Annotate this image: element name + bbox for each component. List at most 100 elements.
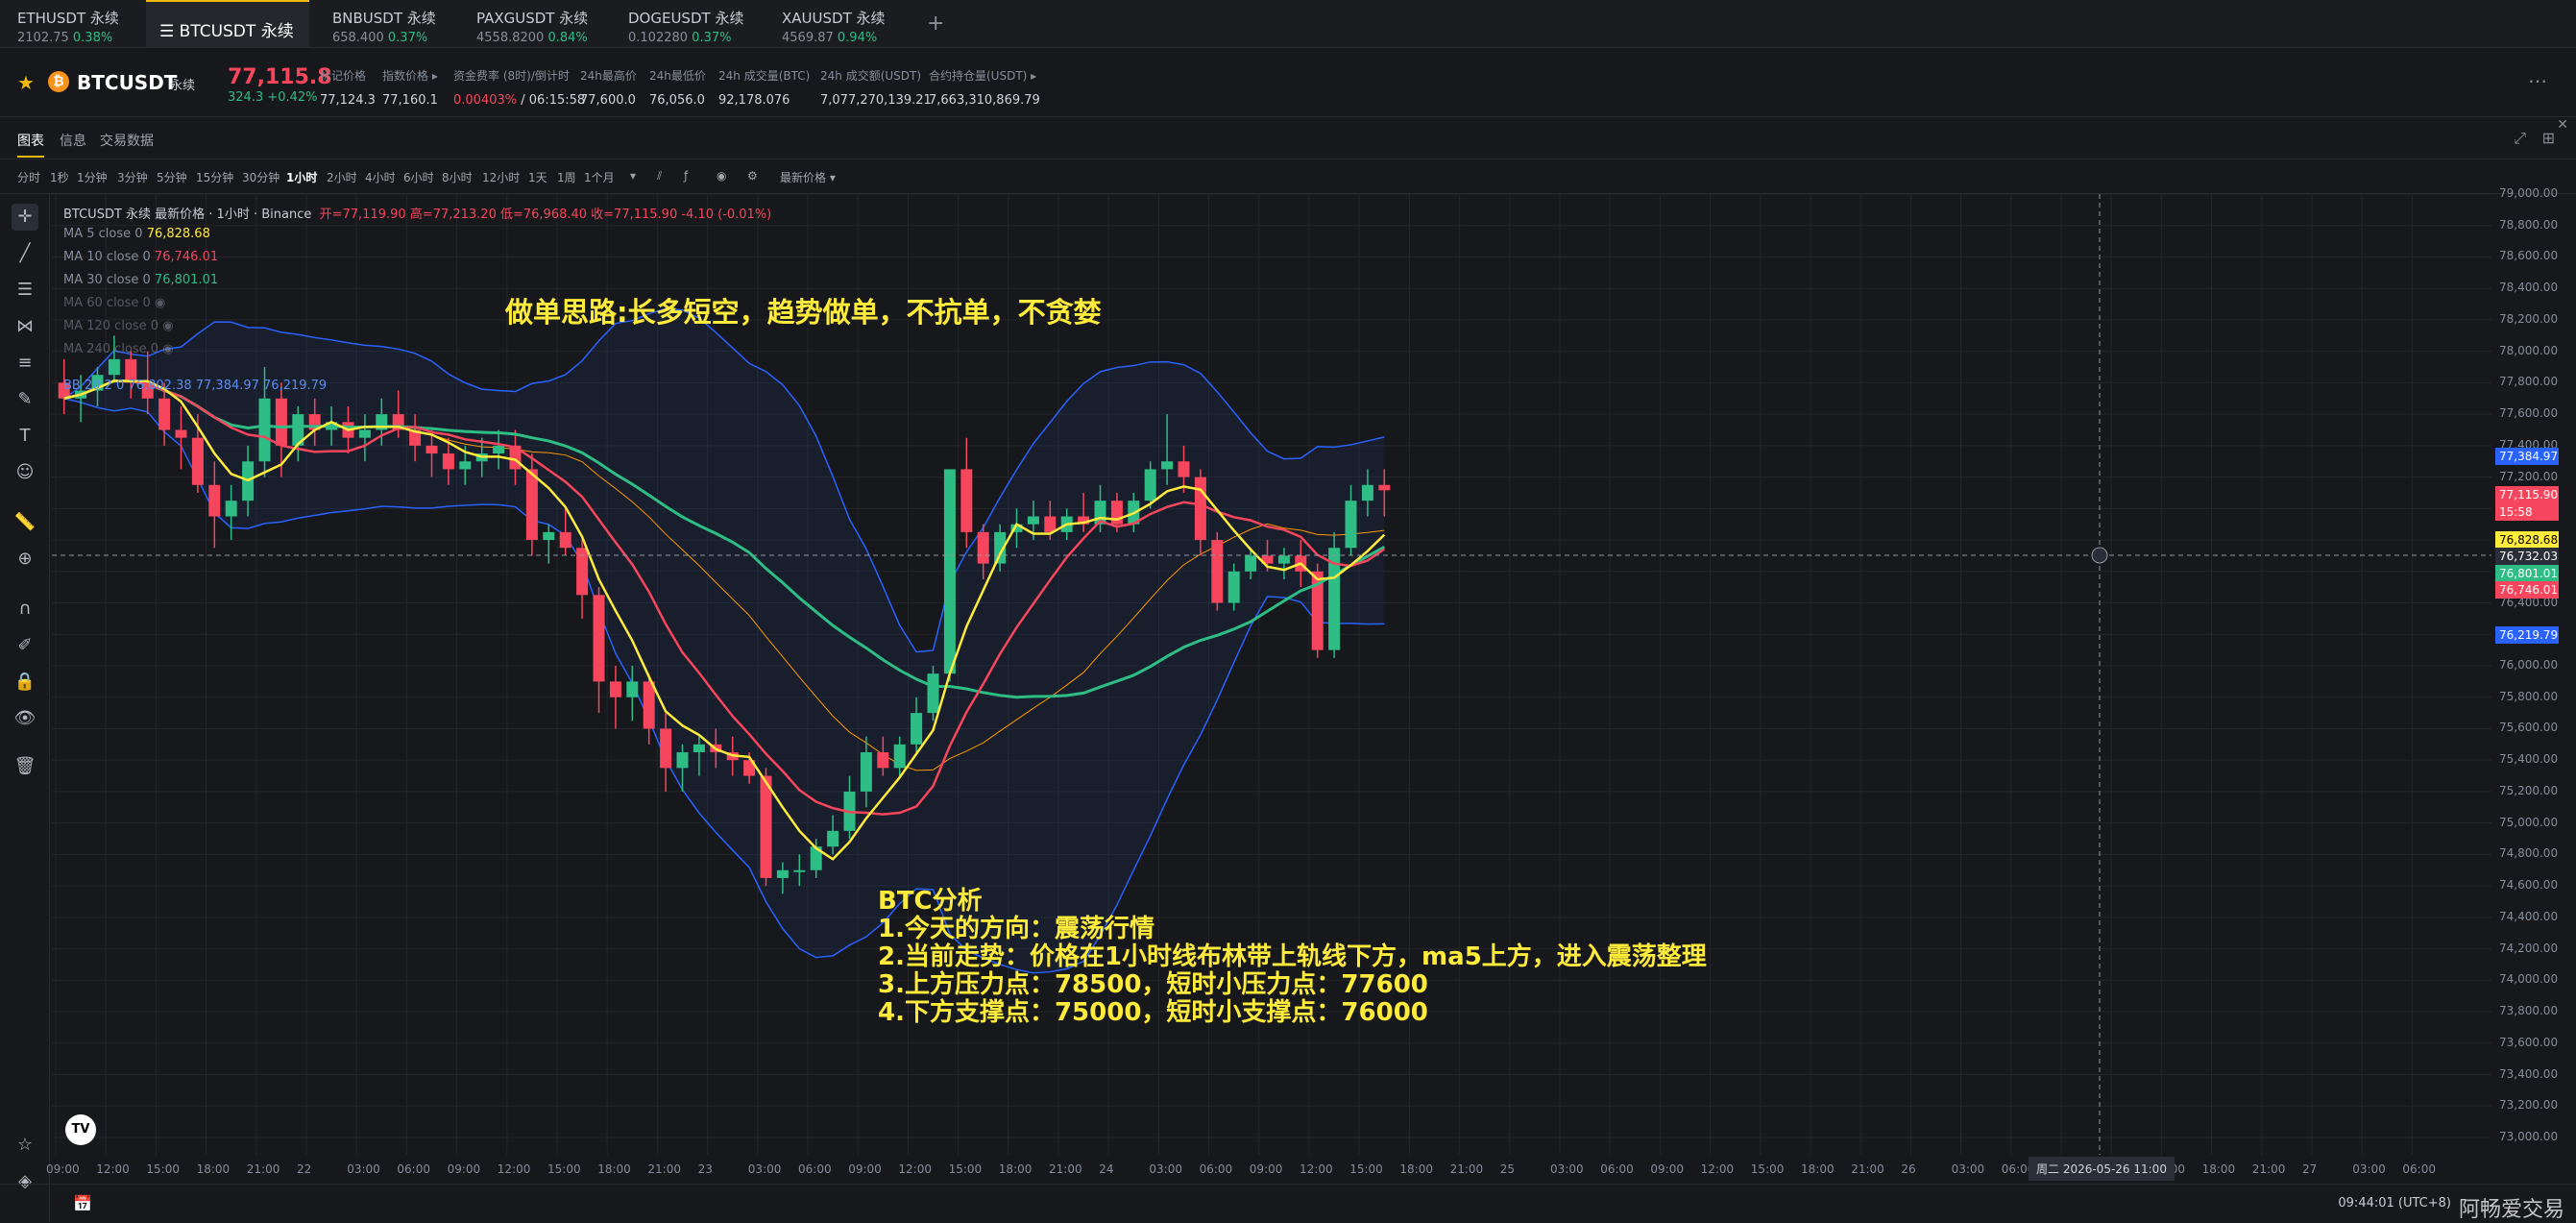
tab-label: XAUUSDT 永续 — [782, 10, 886, 27]
strategy-annotation[interactable]: 做单思路:长多短空，趋势做单，不抗单，不贪婪 — [505, 290, 1102, 330]
last-price: 77,115.8 — [228, 65, 332, 89]
tab-price: 2102.75 — [17, 31, 69, 45]
tf-4h[interactable]: 4小时 — [365, 169, 396, 185]
time-axis-label: 03:00 — [1149, 1162, 1182, 1176]
time-axis-label: 09:00 — [1249, 1162, 1283, 1176]
pencil-lock-icon[interactable]: ✐ — [12, 632, 38, 659]
tf-1mo[interactable]: 1个月 — [584, 169, 615, 185]
tf-5m[interactable]: 5分钟 — [157, 169, 187, 185]
tf-1d[interactable]: 1天 — [528, 169, 547, 185]
ruler-icon[interactable]: 📏 — [12, 509, 38, 536]
subtab-trading-data[interactable]: 交易数据 — [100, 131, 154, 150]
stat-value: 77,124.3 — [320, 93, 376, 108]
close-icon[interactable]: ✕ — [2557, 117, 2568, 133]
price-axis-label: 74,800.00 — [2499, 846, 2559, 861]
candle-body — [977, 531, 989, 564]
price-axis-label: 79,000.00 — [2499, 186, 2559, 200]
fib-icon[interactable]: ≡ — [12, 350, 38, 377]
time-axis-label: 03:00 — [1550, 1162, 1584, 1176]
text-icon[interactable]: T — [12, 423, 38, 450]
tab-xauusdt[interactable]: XAUUSDT 永续 4569.87 0.94% — [768, 0, 899, 48]
tf-dropdown[interactable]: ▾ — [630, 169, 636, 183]
eye-icon[interactable]: ◉ — [162, 319, 173, 333]
stat-24h-volume-btc: 24h 成交量(BTC) 92,178.076 — [718, 67, 810, 108]
tf-time[interactable]: 分时 — [17, 169, 40, 185]
tab-ethusdt[interactable]: ETHUSDT 永续 2102.75 0.38% — [4, 0, 133, 48]
horizontal-lines-icon[interactable]: ☰ — [12, 277, 38, 304]
tf-1m[interactable]: 1分钟 — [77, 169, 108, 185]
more-icon[interactable]: ⋯ — [2528, 69, 2547, 92]
candle-body — [1245, 555, 1257, 572]
expand-icon[interactable]: ⤢ — [2514, 129, 2526, 148]
stat-value: 7,663,310,869.79 — [929, 93, 1040, 108]
star-icon[interactable]: ☆ — [12, 1132, 38, 1159]
time-axis-label: 03:00 — [2352, 1162, 2386, 1176]
magnet-icon[interactable]: ∩ — [12, 596, 38, 623]
tab-dogeusdt[interactable]: DOGEUSDT 永续 0.102280 0.37% — [615, 0, 757, 48]
add-tab-icon[interactable]: + — [927, 12, 944, 36]
candle-body — [1277, 555, 1290, 564]
favorite-star-icon[interactable]: ★ — [17, 71, 35, 94]
tab-pct: 0.37% — [387, 31, 428, 45]
tf-1s[interactable]: 1秒 — [50, 169, 69, 185]
chart-type-icon[interactable]: ⫽ — [657, 169, 662, 183]
tf-1h[interactable]: 1小时 — [286, 169, 317, 185]
stat-label: 24h最低价 — [649, 69, 706, 83]
analysis-line: 1.今天的方向：震荡行情 — [878, 915, 1154, 943]
stat-label: 资金费率 (8时)/倒计时 — [453, 69, 570, 83]
analysis-annotation[interactable]: BTC分析 1.今天的方向：震荡行情 2.当前走势：价格在1小时线布林带上轨线下… — [878, 888, 1707, 1027]
settings-icon[interactable]: ⚙ — [747, 169, 758, 183]
tab-bnbusdt[interactable]: BNBUSDT 永续 658.400 0.37% — [319, 0, 450, 48]
price-source-dropdown[interactable]: 最新价格 ▾ — [780, 169, 836, 185]
stat-label: 标记价格 — [320, 69, 367, 83]
emoji-icon[interactable]: ☺ — [12, 459, 38, 486]
stat-index-price[interactable]: 指数价格 ▸ 77,160.1 — [382, 67, 438, 108]
tf-2h[interactable]: 2小时 — [327, 169, 357, 185]
chart-subtabs: 图表 信息 交易数据 ⤢ ⊞ ✕ — [0, 117, 2576, 159]
eye-icon[interactable]: ◉ — [155, 296, 165, 310]
camera-icon[interactable]: ◉ — [717, 169, 726, 183]
stat-open-interest[interactable]: 合约持仓量(USDT) ▸ 7,663,310,869.79 — [929, 67, 1040, 108]
brush-icon[interactable]: ✎ — [12, 386, 38, 413]
tf-1w[interactable]: 1周 — [557, 169, 576, 185]
tab-price: 4569.87 — [782, 31, 834, 45]
price-axis-label: 76,000.00 — [2499, 658, 2559, 672]
zoom-icon[interactable]: ⊕ — [12, 546, 38, 573]
symbol-name[interactable]: BTCUSDT — [77, 71, 177, 94]
eye-icon[interactable]: 👁 — [12, 705, 38, 732]
tab-pct: 0.37% — [692, 31, 732, 45]
subtab-chart[interactable]: 图表 — [17, 131, 44, 158]
price-axis[interactable]: 79,000.00 78,800.00 78,600.00 78,400.00 78,2… — [2491, 186, 2576, 1155]
trendline-icon[interactable]: ╱ — [12, 240, 38, 267]
crosshair-icon[interactable]: ✛ — [12, 204, 38, 231]
tab-bar: ETHUSDT 永续 2102.75 0.38% ☰ BTCUSDT 永续 BN… — [0, 0, 2576, 48]
calendar-icon[interactable]: 📅 — [73, 1194, 92, 1212]
tab-paxgusdt[interactable]: PAXGUSDT 永续 4558.8200 0.84% — [463, 0, 601, 48]
time-axis-label: 15:00 — [146, 1162, 180, 1176]
trash-icon[interactable]: 🗑 — [12, 753, 38, 780]
candle-body — [175, 429, 187, 438]
symbol-tag: 永续 — [170, 79, 196, 93]
legend-title: BTCUSDT 永续 最新价格 · 1小时 · Binance — [63, 208, 312, 222]
tf-6h[interactable]: 6小时 — [403, 169, 434, 185]
tf-8h[interactable]: 8小时 — [442, 169, 473, 185]
stat-label: 24h最高价 — [580, 69, 637, 83]
time-axis-label: 09:00 — [1650, 1162, 1684, 1176]
candle-body — [776, 869, 789, 878]
tab-btcusdt[interactable]: ☰ BTCUSDT 永续 — [146, 0, 309, 48]
tab-pct: 0.84% — [547, 31, 588, 45]
lock-icon[interactable]: 🔒 — [12, 669, 38, 696]
candle-body — [960, 469, 973, 532]
candle-body — [1211, 540, 1224, 603]
candle-body — [609, 681, 621, 697]
eye-icon[interactable]: ◉ — [162, 342, 173, 356]
candle-body — [893, 744, 906, 769]
pattern-icon[interactable]: ⋈ — [12, 313, 38, 340]
tf-30m[interactable]: 30分钟 — [242, 169, 279, 185]
layout-icon[interactable]: ⊞ — [2542, 129, 2555, 147]
tf-15m[interactable]: 15分钟 — [196, 169, 233, 185]
subtab-info[interactable]: 信息 — [60, 131, 86, 150]
indicator-icon[interactable]: ƒ — [684, 169, 688, 183]
tf-3m[interactable]: 3分钟 — [117, 169, 148, 185]
tf-12h[interactable]: 12小时 — [482, 169, 520, 185]
